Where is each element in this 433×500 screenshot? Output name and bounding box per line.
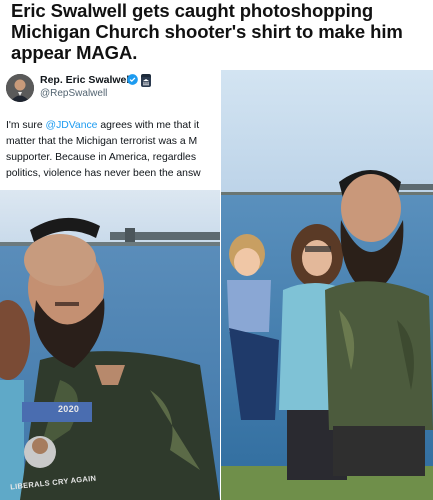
tweet-text-suffix: agrees with me that it [97,120,200,131]
mention-link[interactable]: @JDVance [46,120,98,131]
tweet-text-line-2: matter that the Michigan terrorist was a… [6,136,198,147]
verified-badge-icon [127,74,138,85]
tweet-photo[interactable]: 2020 LIBERALS CRY AGAIN [0,190,220,500]
author-name[interactable]: Rep. Eric Swalwell [40,74,132,86]
tweet-text-line-4: politics, violence has never been the an… [6,168,201,179]
shirt-year: 2020 [58,404,80,414]
author-handle[interactable]: @RepSwalwell [40,88,107,99]
original-family-photo[interactable] [221,70,433,500]
tweet-text-prefix: I'm sure [6,120,46,131]
headline: Eric Swalwell gets caught photoshopping … [11,0,426,63]
tweet-text-line-1: I'm sure @JDVance agrees with me that it [6,118,220,134]
headline-line-1: Eric Swalwell gets caught photoshopping [11,0,374,21]
tweet-text-line-3: supporter. Because in America, regardles [6,152,197,163]
tweet-text: I'm sure @JDVance agrees with me that it… [6,118,220,182]
government-badge-icon [141,74,151,87]
headline-line-2: Michigan Church shooter's shirt to make … [11,21,403,42]
headline-line-3: appear MAGA. [11,42,138,63]
author-avatar[interactable] [6,74,34,102]
